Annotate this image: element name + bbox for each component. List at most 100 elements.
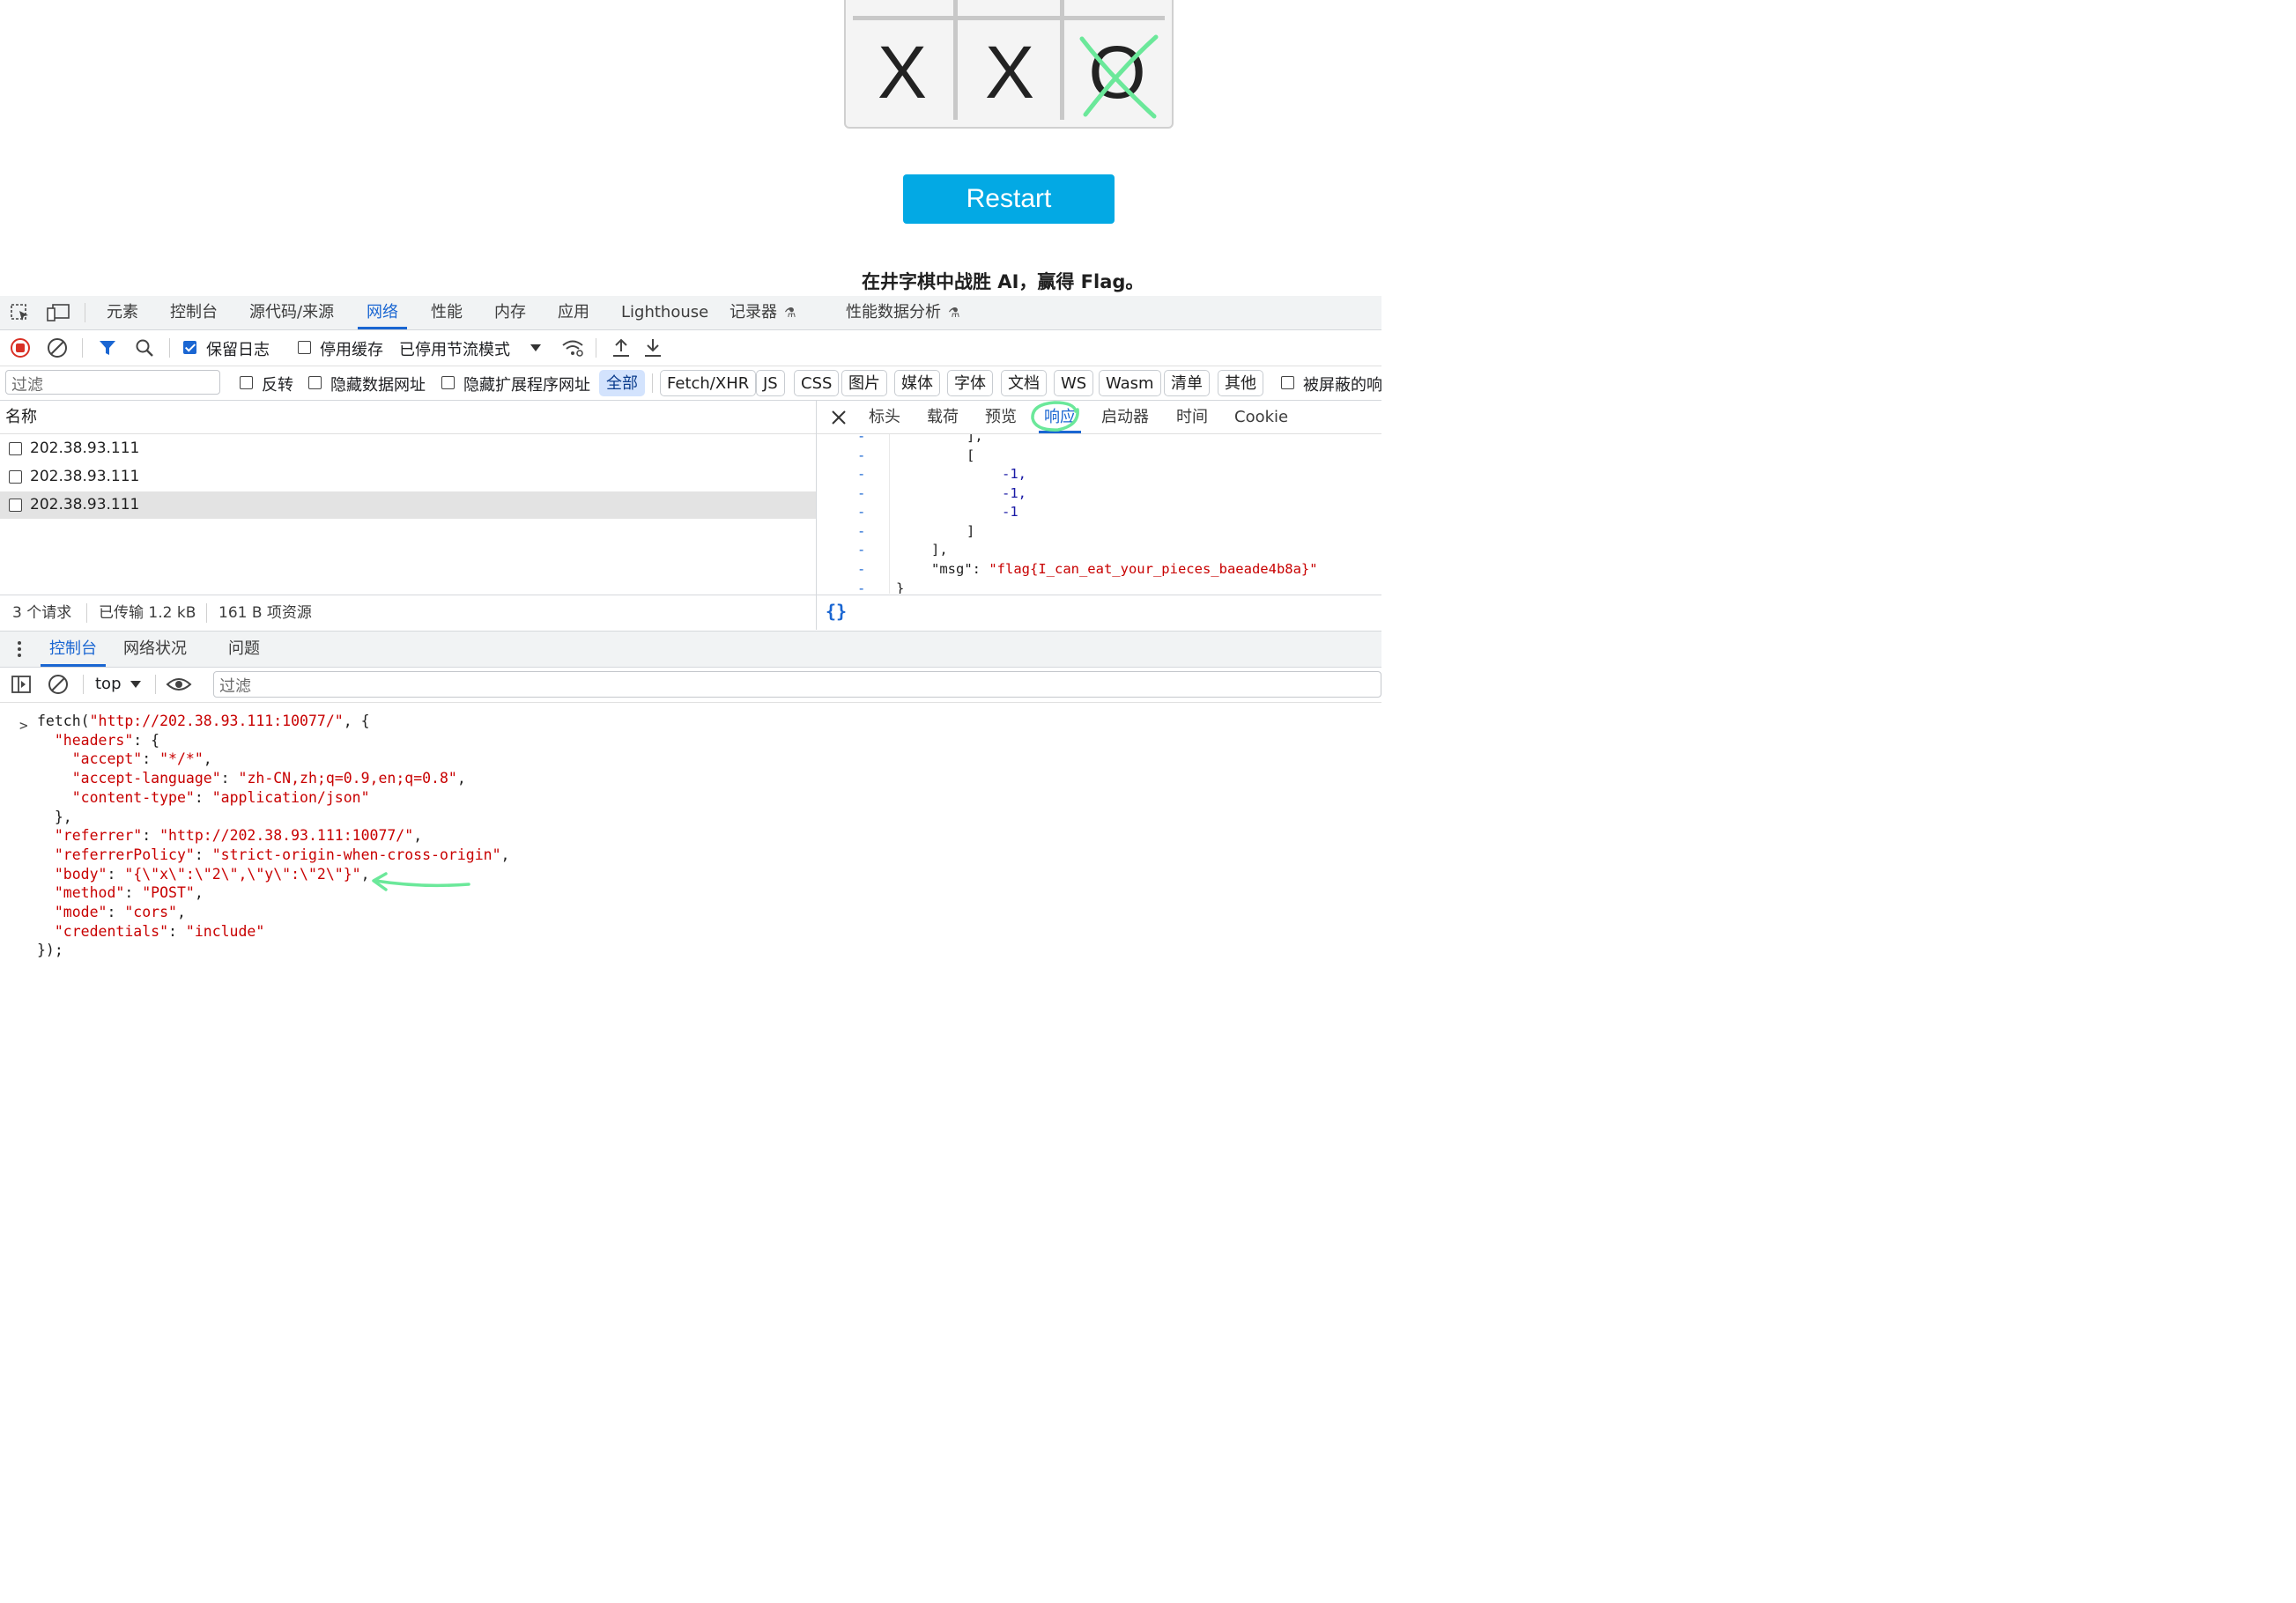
context-selector[interactable]: top [95,675,122,693]
string-token: "referrerPolicy" [54,846,195,863]
filter-type-css[interactable]: CSS [794,370,840,396]
filter-icon[interactable] [97,338,118,358]
console-line: "method": "POST", [54,884,204,902]
filter-type-font[interactable]: 字体 [947,370,993,396]
tab-lighthouse[interactable]: Lighthouse [621,296,708,329]
string-token: "content-type" [71,788,195,806]
request-row-selected[interactable]: 202.38.93.111 [0,491,816,519]
inspect-element-icon[interactable] [9,303,32,322]
record-stop-icon[interactable] [10,337,31,358]
network-conditions-icon[interactable] [560,337,585,358]
gutter-marker: - [857,485,866,501]
request-row[interactable]: 202.38.93.111 [0,435,816,462]
console-line: "referrer": "http://202.38.93.111:10077/… [54,827,423,845]
filter-type-fetch-xhr[interactable]: Fetch/XHR [660,370,757,396]
devtools-panel: 元素 控制台 源代码/来源 网络 性能 内存 应用 Lighthouse 记录器… [0,296,1382,964]
response-viewer: -], - [ - -1, - -1, - -1 -] -], - "msg": "fla… [817,434,1381,594]
import-har-icon[interactable] [611,337,632,358]
filter-type-wasm[interactable]: Wasm [1099,370,1161,396]
drawer-tab-bar: 控制台 网络状况 问题 [0,631,1381,668]
request-row[interactable]: 202.38.93.111 [0,463,816,491]
gutter-marker: - [857,580,866,594]
blocked-requests-checkbox[interactable] [1281,376,1294,389]
tab-memory[interactable]: 内存 [494,296,526,329]
code-line: ], [967,434,983,444]
tab-recorder[interactable]: 记录器 ⚗ [730,296,796,329]
more-options-icon[interactable] [12,639,26,660]
drawer-tab-issues[interactable]: 问题 [228,632,260,667]
gutter-marker: - [857,434,866,444]
filter-type-all[interactable]: 全部 [599,370,645,396]
chevron-down-icon[interactable] [129,678,143,691]
invert-checkbox[interactable] [240,376,253,389]
tab-network[interactable]: 网络 [358,296,407,329]
sidebar-toggle-icon[interactable] [11,675,32,694]
expand-chevron-icon[interactable]: > [19,717,28,734]
string-token: "cors" [124,904,177,920]
close-icon[interactable] [829,408,848,427]
network-status-bar: 3 个请求 已传输 1.2 kB 161 B 项资源 [0,595,816,631]
restart-button[interactable]: Restart [903,174,1115,224]
tab-cookies[interactable]: Cookie [1234,401,1288,433]
tab-application[interactable]: 应用 [558,296,589,329]
request-count: 3 个请求 [12,604,72,622]
search-icon[interactable] [134,338,155,358]
throttling-select[interactable]: 已停用节流模式 [399,337,510,360]
circle-annotation [1031,401,1079,432]
pretty-print-icon[interactable]: {} [826,601,847,622]
tab-performance-insights[interactable]: 性能数据分析 ⚗ [846,296,959,329]
device-toolbar-icon[interactable] [46,303,70,322]
export-har-icon[interactable] [642,337,663,358]
tab-console[interactable]: 控制台 [170,296,218,329]
filter-type-other[interactable]: 其他 [1218,370,1263,396]
request-icon [9,470,22,484]
filter-type-js[interactable]: JS [756,370,785,396]
invert-label: 反转 [262,376,293,395]
experiment-flask-icon: ⚗ [948,305,960,321]
eye-icon[interactable] [166,676,192,693]
drawer-tab-console[interactable]: 控制台 [41,632,106,667]
filter-type-doc[interactable]: 文档 [1001,370,1047,396]
tab-timing[interactable]: 时间 [1176,401,1208,433]
filter-type-img[interactable]: 图片 [841,370,887,396]
drawer-tab-network-conditions[interactable]: 网络状况 [123,632,187,667]
tab-payload[interactable]: 载荷 [927,401,959,433]
network-toolbar: 保留日志 停用缓存 已停用节流模式 [0,330,1381,366]
filter-type-media[interactable]: 媒体 [894,370,940,396]
divider [652,373,653,393]
gutter-marker: - [857,504,866,520]
tab-performance[interactable]: 性能 [431,296,463,329]
flag-string: "flag{I_can_eat_your_pieces_baeade4b8a}" [989,561,1318,577]
disable-cache-checkbox[interactable] [298,341,311,354]
string-token: "strict-origin-when-cross-origin" [211,846,501,863]
clear-icon[interactable] [47,337,68,358]
filter-type-ws[interactable]: WS [1054,370,1094,396]
preserve-log-checkbox[interactable] [183,341,196,354]
hide-data-urls-checkbox[interactable] [308,376,322,389]
tab-preview[interactable]: 预览 [985,401,1017,433]
gutter-marker: - [857,466,866,482]
filter-type-manifest[interactable]: 清单 [1164,370,1210,396]
console-output[interactable]: > fetch("http://202.38.93.111:10077/", {… [0,708,1381,964]
board-cell[interactable]: X [957,21,1063,123]
code-line: -1, [1002,485,1026,501]
chevron-down-icon[interactable] [529,341,543,355]
hide-extension-urls-checkbox[interactable] [441,376,455,389]
network-filter-input[interactable]: 过滤 [5,370,220,395]
devtools-tab-bar: 元素 控制台 源代码/来源 网络 性能 内存 应用 Lighthouse 记录器… [0,296,1381,330]
string-token: "accept-language" [71,770,221,787]
tab-elements[interactable]: 元素 [107,296,138,329]
string-token: "accept" [71,750,143,768]
request-icon [9,499,22,512]
name-column-header[interactable]: 名称 [5,401,37,433]
divider [169,338,170,358]
console-filter-input[interactable]: 过滤 [213,671,1381,698]
tab-sources[interactable]: 源代码/来源 [249,296,334,329]
board-cell[interactable]: X [849,21,955,123]
tab-headers[interactable]: 标头 [869,401,900,433]
code-line: -1 [1002,504,1018,520]
clear-console-icon[interactable] [48,674,69,695]
console-line: "accept-language": "zh-CN,zh;q=0.9,en;q=… [71,770,466,787]
tab-initiator[interactable]: 启动器 [1101,401,1149,433]
web-page: X X O Restart 在井字棋中战胜 AI，赢得 Flag。 [0,0,1381,296]
